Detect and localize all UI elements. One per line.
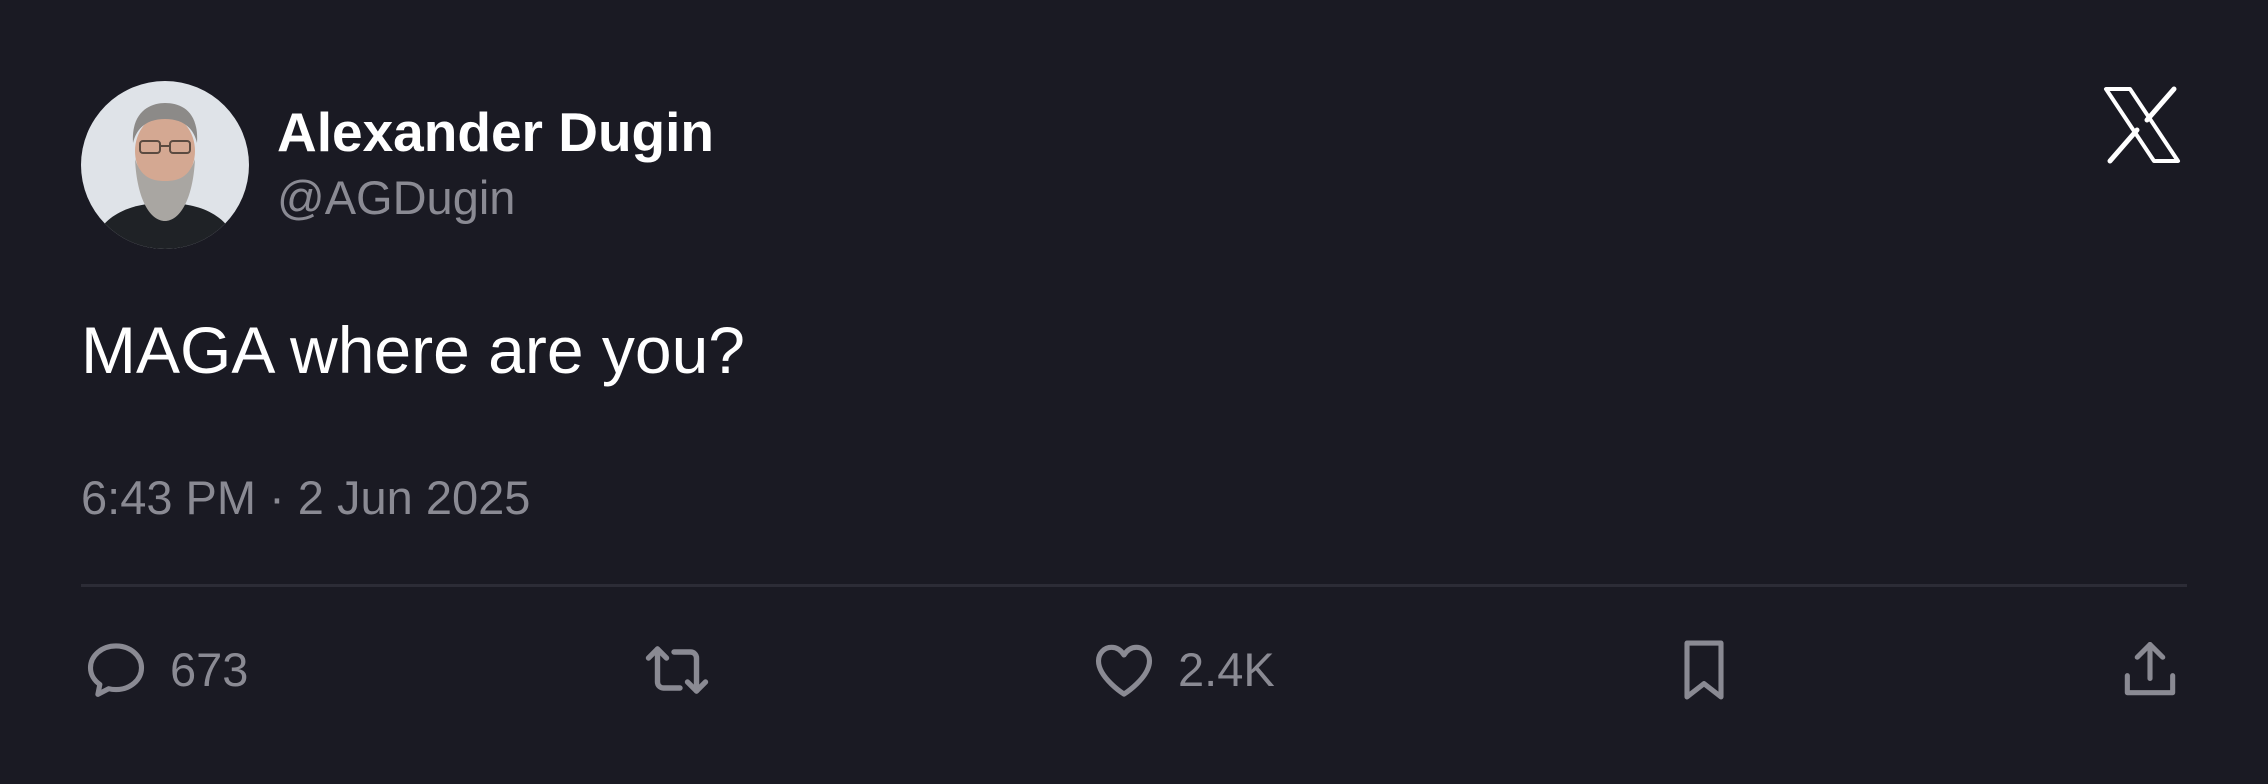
- tweet-card: Alexander Dugin @AGDugin MAGA where are …: [0, 0, 2268, 784]
- tweet-timestamp[interactable]: 6:43 PM · 2 Jun 2025: [81, 468, 530, 528]
- divider: [81, 584, 2187, 587]
- avatar[interactable]: [81, 81, 249, 249]
- tweet-text: MAGA where are you?: [81, 313, 745, 387]
- reply-count: 673: [170, 643, 249, 696]
- heart-icon: [1088, 634, 1160, 706]
- author-handle[interactable]: @AGDugin: [277, 165, 714, 231]
- retweet-icon: [641, 634, 713, 706]
- retweet-button[interactable]: [641, 630, 713, 710]
- reply-button[interactable]: 673: [80, 630, 248, 710]
- reply-icon: [80, 634, 152, 706]
- like-button[interactable]: 2.4K: [1088, 630, 1275, 710]
- tweet-header: Alexander Dugin @AGDugin: [81, 81, 714, 249]
- bookmark-button[interactable]: [1668, 630, 1740, 710]
- like-count: 2.4K: [1178, 643, 1275, 696]
- share-icon: [2114, 634, 2186, 706]
- bookmark-icon: [1668, 634, 1740, 706]
- author-names: Alexander Dugin @AGDugin: [277, 99, 714, 231]
- action-bar: 673 2.4K: [0, 630, 2268, 710]
- avatar-photo: [81, 81, 249, 249]
- x-logo-icon[interactable]: [2102, 85, 2182, 165]
- share-button[interactable]: [2114, 630, 2186, 710]
- author-display-name[interactable]: Alexander Dugin: [277, 99, 714, 165]
